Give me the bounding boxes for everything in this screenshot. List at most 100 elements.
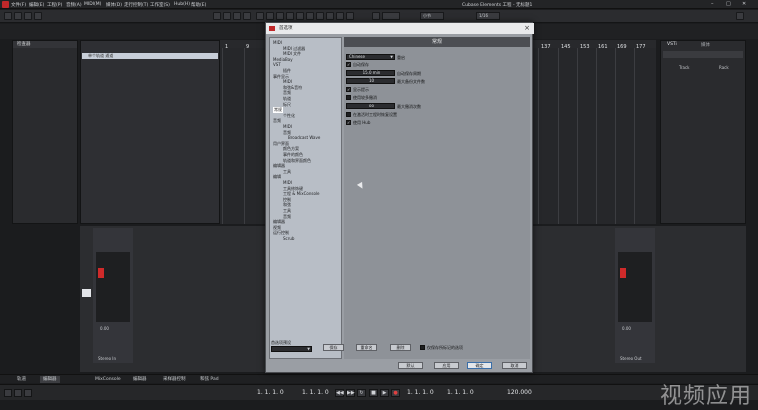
cancel-button[interactable]: 取消	[502, 362, 527, 369]
tree-item[interactable]: VST	[273, 62, 281, 67]
tree-item[interactable]: 常规	[273, 107, 283, 114]
menu-hub[interactable]: Hub(H)	[174, 2, 190, 7]
close-window-button[interactable]: ✕	[742, 1, 746, 7]
play-tool-icon[interactable]	[336, 12, 344, 20]
dialog-close-button[interactable]: ×	[524, 23, 530, 34]
toolbar-button[interactable]	[24, 12, 32, 20]
minimize-button[interactable]: –	[711, 1, 714, 7]
mixer-side-button[interactable]	[82, 289, 91, 297]
preset-select[interactable]: ▼	[271, 346, 312, 352]
transport-button[interactable]	[24, 389, 32, 397]
auto-save-checkbox[interactable]: ✓	[346, 62, 351, 67]
menu-file[interactable]: 文件(F)	[11, 2, 26, 8]
tree-item[interactable]: 轨道和界面颜色	[283, 158, 311, 164]
delete-preset-button[interactable]: 删除	[390, 344, 411, 351]
tempo-display[interactable]: 120.000	[507, 389, 532, 396]
auto-save-interval-input[interactable]: 15.0 min	[346, 70, 395, 76]
tree-item[interactable]: Broadcast Wave	[288, 135, 320, 140]
play-button[interactable]: ▶	[380, 389, 389, 397]
store-marked-checkbox[interactable]	[420, 345, 425, 350]
tree-item[interactable]: MIDI	[283, 180, 292, 185]
tree-item[interactable]: Scrub	[283, 236, 294, 241]
tab-chord-pads[interactable]: 和弦 Pad	[197, 376, 222, 383]
tab-sampler-control[interactable]: 采样器控制	[160, 376, 189, 383]
zoom-tool-icon[interactable]	[306, 12, 314, 20]
grid-type-select[interactable]: 小节	[420, 12, 444, 20]
tree-item[interactable]: 个性化	[283, 113, 295, 119]
erase-tool-icon[interactable]	[296, 12, 304, 20]
max-undo-input[interactable]: oo	[346, 103, 395, 109]
toolbar-button[interactable]	[243, 12, 251, 20]
rack-label[interactable]: Rack	[719, 65, 729, 70]
tree-item[interactable]: MIDI	[283, 124, 292, 129]
language-select[interactable]: Chinese ▼	[346, 54, 395, 60]
transport-button[interactable]	[14, 389, 22, 397]
toolbar-button[interactable]	[213, 12, 221, 20]
maximize-button[interactable]: □	[726, 1, 731, 7]
secondary-time-display[interactable]: 1. 1. 1. 0	[447, 389, 474, 396]
menu-studio[interactable]: 工作室(S)	[150, 2, 170, 8]
track-row[interactable]: 单个轨道 通道	[82, 53, 218, 59]
activate-project-checkbox[interactable]	[346, 112, 351, 117]
rewind-button[interactable]: ◀◀	[335, 389, 344, 397]
split-tool-icon[interactable]	[276, 12, 284, 20]
default-button[interactable]: 默认	[398, 362, 423, 369]
ok-button[interactable]: 确定	[467, 362, 492, 369]
output-fader-handle[interactable]	[620, 268, 626, 278]
tree-item[interactable]: MIDI	[283, 79, 292, 84]
menu-help[interactable]: 帮助(E)	[191, 2, 206, 8]
tab-media[interactable]: 媒体	[701, 42, 710, 48]
show-tips-checkbox[interactable]: ✓	[346, 87, 351, 92]
menu-edit[interactable]: 编辑(E)	[29, 2, 44, 8]
tab-editor-2[interactable]: 编辑器	[130, 376, 150, 383]
output-fader-area[interactable]	[618, 252, 652, 322]
tree-item[interactable]: 音频	[273, 118, 281, 124]
tree-item[interactable]: 工具	[283, 169, 291, 175]
tree-item[interactable]: 编辑	[273, 174, 281, 180]
menu-audio[interactable]: 音频(A)	[66, 2, 82, 8]
layout-button[interactable]	[736, 12, 744, 20]
track-label[interactable]: Track	[679, 65, 689, 70]
tab-editor[interactable]: 编辑器	[40, 376, 60, 383]
menu-media[interactable]: 媒体(D)	[106, 2, 122, 8]
snap-toggle-icon[interactable]	[372, 12, 380, 20]
left-locator[interactable]: 1. 1. 1. 0	[257, 389, 284, 396]
select-tool-icon[interactable]	[256, 12, 264, 20]
toolbar-button[interactable]	[4, 12, 12, 20]
input-fader-area[interactable]	[96, 252, 130, 322]
primary-time-display[interactable]: 1. 1. 1. 0	[407, 389, 434, 396]
use-hub-checkbox[interactable]: ✓	[346, 120, 351, 125]
inspector-tab[interactable]: 检查器	[13, 41, 77, 48]
tree-item[interactable]: 标尺	[283, 102, 291, 108]
save-preset-button[interactable]: 保存	[323, 344, 344, 351]
forward-button[interactable]: ▶▶	[346, 389, 355, 397]
right-locator[interactable]: 1. 1. 1. 0	[302, 389, 329, 396]
range-tool-icon[interactable]	[266, 12, 274, 20]
tree-item[interactable]: MediaBay	[273, 57, 293, 62]
menu-transport[interactable]: 走行控制(T)	[124, 2, 148, 8]
toolbar-button[interactable]	[14, 12, 22, 20]
glue-tool-icon[interactable]	[286, 12, 294, 20]
max-undo-checkbox[interactable]	[346, 95, 351, 100]
toolbar-button[interactable]	[233, 12, 241, 20]
snap-type-select[interactable]	[382, 12, 400, 20]
transport-button[interactable]	[4, 389, 12, 397]
draw-tool-icon[interactable]	[326, 12, 334, 20]
input-fader-handle[interactable]	[98, 268, 104, 278]
tab-mixconsole[interactable]: MixConsole	[92, 376, 124, 383]
quantize-select[interactable]: 1/16	[476, 12, 500, 20]
mute-tool-icon[interactable]	[316, 12, 324, 20]
menu-project[interactable]: 工程(P)	[47, 2, 62, 8]
record-button[interactable]: ●	[391, 389, 400, 397]
rename-preset-button[interactable]: 重命名	[356, 344, 377, 351]
menu-midi[interactable]: MIDI(M)	[84, 2, 101, 7]
toolbar-button[interactable]	[34, 12, 42, 20]
tree-item[interactable]: MIDI	[273, 40, 282, 45]
color-tool-icon[interactable]	[346, 12, 354, 20]
max-backups-input[interactable]: 10	[346, 78, 395, 84]
tab-track[interactable]: 轨道	[14, 376, 29, 383]
apply-button[interactable]: 应用	[434, 362, 459, 369]
stop-button[interactable]: ■	[369, 389, 378, 397]
toolbar-button[interactable]	[223, 12, 231, 20]
cycle-button[interactable]: ↻	[357, 389, 366, 397]
